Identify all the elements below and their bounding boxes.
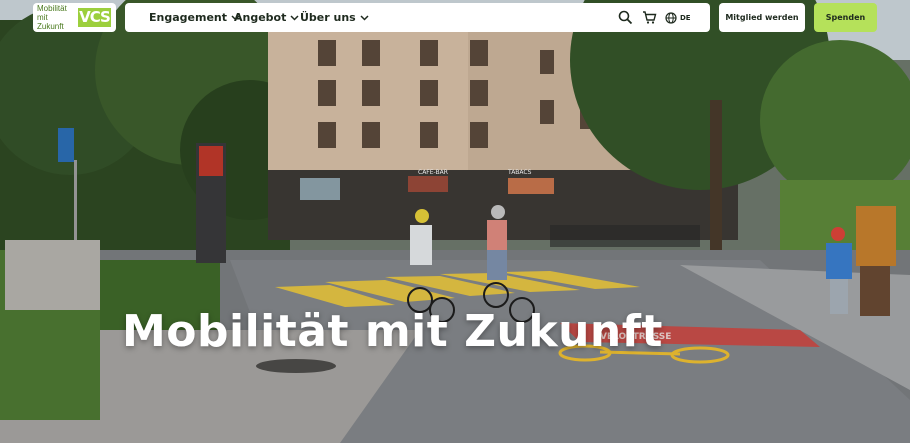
- logo-mark: VCS: [78, 8, 111, 27]
- hero-title: Mobilität mit Zukunft: [122, 306, 663, 357]
- donate-button[interactable]: Spenden: [814, 3, 877, 32]
- logo-tagline-line2: mit Zukunft: [37, 13, 64, 31]
- logo-tagline: Mobilität mit Zukunft: [37, 4, 75, 31]
- logo[interactable]: Mobilität mit Zukunft VCS: [33, 3, 116, 32]
- nav-item-label: Engagement: [149, 11, 227, 24]
- main-navigation: Engagement Angebot Über uns DE: [125, 3, 710, 32]
- nav-item-label: Über uns: [300, 11, 356, 24]
- hero-image: CAFE-BAR TABACS VELOSTRASSE Mobilität mi…: [0, 0, 910, 443]
- nav-item-angebot[interactable]: Angebot: [234, 3, 299, 32]
- nav-item-ueber-uns[interactable]: Über uns: [300, 3, 369, 32]
- language-label: DE: [680, 13, 691, 22]
- chevron-down-icon: [360, 14, 369, 21]
- logo-tagline-line1: Mobilität: [37, 4, 67, 13]
- cart-icon[interactable]: [642, 10, 657, 25]
- globe-icon: [665, 11, 677, 24]
- become-member-button[interactable]: Mitglied werden: [719, 3, 805, 32]
- chevron-down-icon: [290, 14, 299, 21]
- language-switcher[interactable]: DE: [665, 3, 691, 32]
- nav-item-engagement[interactable]: Engagement: [149, 3, 240, 32]
- nav-item-label: Angebot: [234, 11, 287, 24]
- search-icon[interactable]: [618, 10, 633, 25]
